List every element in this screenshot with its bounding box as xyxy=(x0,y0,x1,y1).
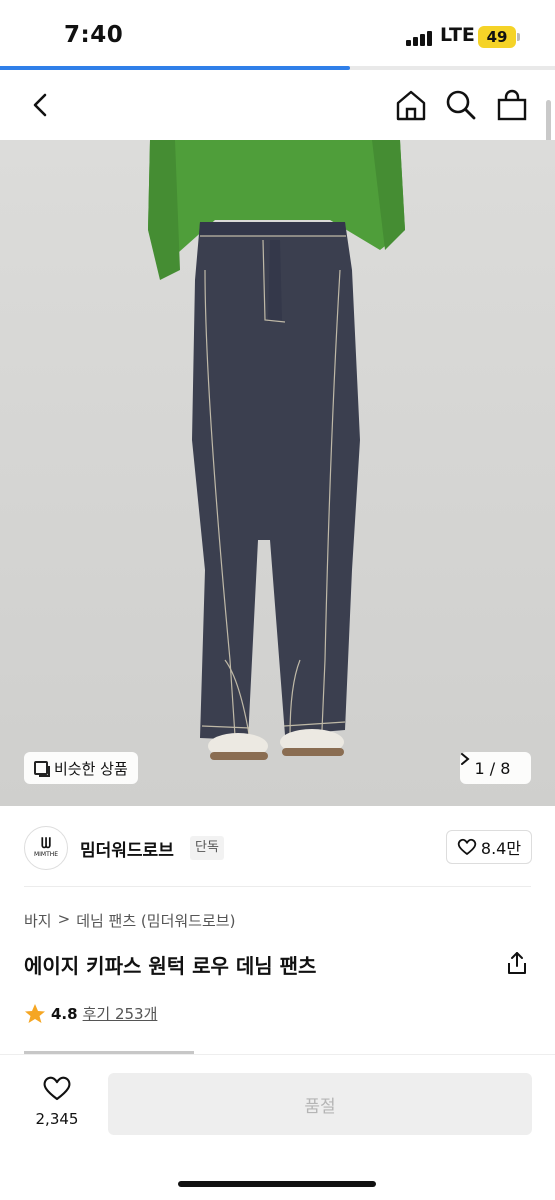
breadcrumb-subcategory[interactable]: 데님 팬츠 (밈더워드로브) xyxy=(76,910,235,931)
heart-icon xyxy=(457,838,477,855)
shopping-bag-icon[interactable] xyxy=(495,88,529,122)
sold-out-button[interactable]: 품절 xyxy=(108,1073,532,1135)
star-icon xyxy=(25,1004,45,1023)
exclusive-badge: 단독 xyxy=(190,836,224,860)
status-bar: 7:40 LTE 49 xyxy=(0,0,555,66)
similar-products-label: 비슷한 상품 xyxy=(54,759,128,778)
divider xyxy=(24,886,531,887)
similar-products-button[interactable]: 비슷한 상품 xyxy=(24,752,138,784)
brand-like-button[interactable]: 8.4만 xyxy=(446,830,532,864)
brand-likes-count: 8.4만 xyxy=(480,839,522,858)
pager-text: 1 / 8 xyxy=(474,758,511,778)
brand-name[interactable]: 밈더워드로브 xyxy=(80,836,174,861)
share-icon[interactable] xyxy=(504,950,530,976)
battery-tip xyxy=(517,33,520,41)
product-image-gallery[interactable]: 비슷한 상품 1 / 8 xyxy=(0,140,555,806)
network-label: LTE xyxy=(440,24,475,46)
search-icon[interactable] xyxy=(444,88,478,122)
rating-row: 4.8 후기 253개 xyxy=(24,1003,157,1024)
breadcrumb-category[interactable]: 바지 xyxy=(24,910,52,931)
bottom-action-bar: 2,345 품절 xyxy=(0,1054,555,1200)
brand-logo[interactable]: ᗯ MIMTHE xyxy=(24,826,68,870)
signal-icon xyxy=(406,30,436,46)
rating-score: 4.8 xyxy=(51,1004,78,1023)
heart-icon xyxy=(43,1076,71,1101)
product-photo xyxy=(148,140,405,760)
wishlist-count: 2,345 xyxy=(35,1110,79,1128)
reviews-link[interactable]: 후기 253개 xyxy=(83,1003,158,1024)
breadcrumb-separator: > xyxy=(57,910,71,928)
home-indicator xyxy=(178,1181,376,1187)
brand-logo-sub: MIMTHE xyxy=(33,851,59,858)
image-pager[interactable]: 1 / 8 xyxy=(460,752,531,784)
brand-logo-mark: ᗯ xyxy=(40,836,52,852)
home-icon[interactable] xyxy=(394,88,428,122)
status-time: 7:40 xyxy=(64,22,124,48)
battery-icon: 49 xyxy=(478,26,516,48)
top-nav xyxy=(0,70,555,140)
chevron-left-icon[interactable] xyxy=(24,88,58,122)
brand-row: ᗯ MIMTHE 밈더워드로브 단독 8.4만 xyxy=(0,806,555,886)
product-title: 에이지 키파스 원턱 로우 데님 팬츠 xyxy=(24,954,317,978)
breadcrumb: 바지 > 데님 팬츠 (밈더워드로브) xyxy=(24,910,235,931)
copy-icon xyxy=(34,761,50,777)
wishlist-button[interactable]: 2,345 xyxy=(24,1075,90,1128)
